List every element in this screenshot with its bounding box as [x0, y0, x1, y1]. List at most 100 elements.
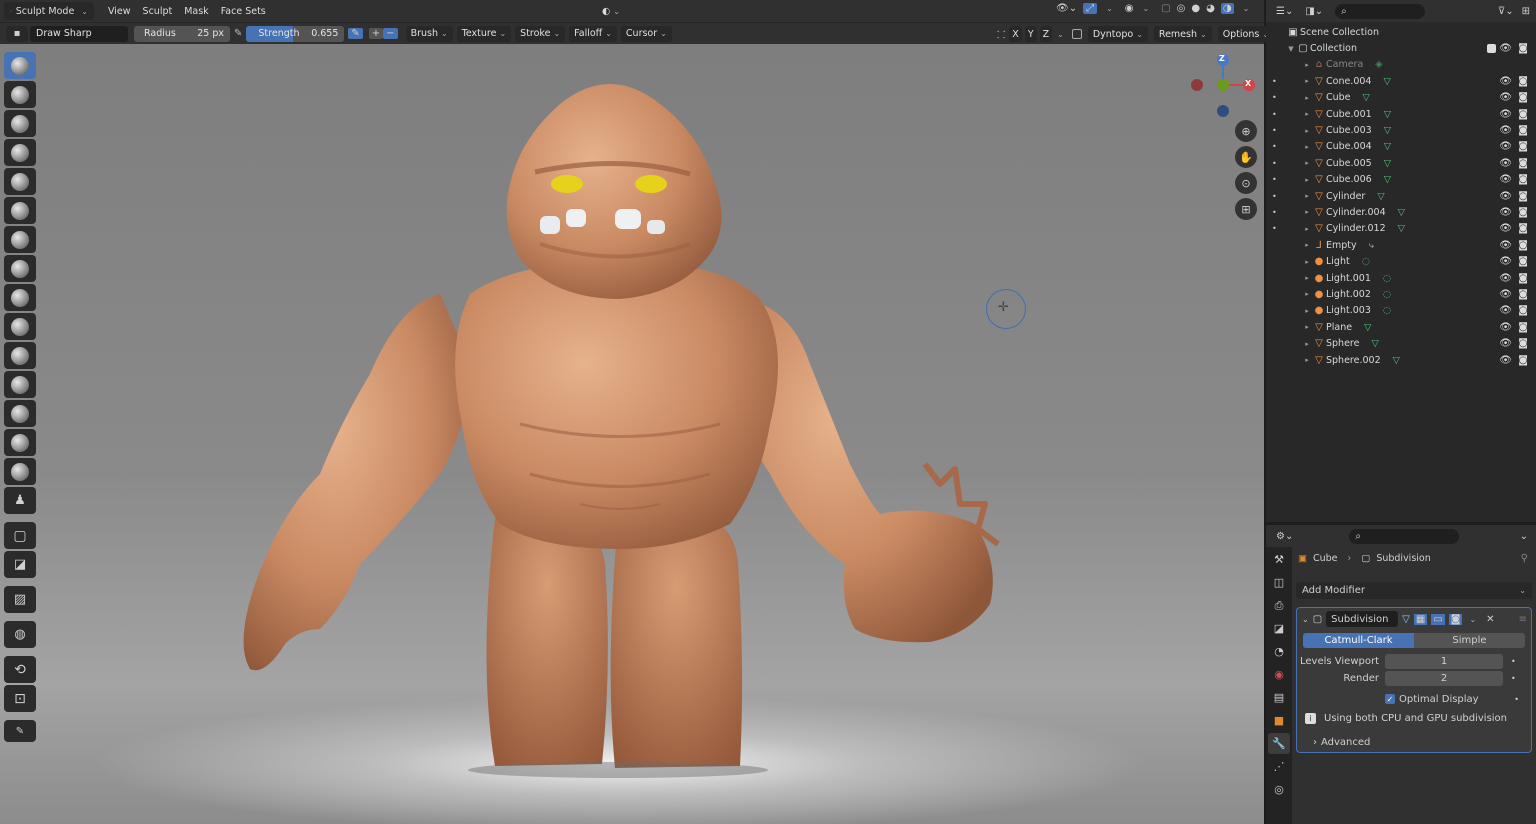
particles-tab-icon[interactable]: ⋰ [1268, 756, 1290, 777]
outliner-item[interactable]: ▸ ● Light.001 ◌ 👁 ◙ [1266, 270, 1536, 286]
modifier-name-field[interactable]: Subdivision [1326, 611, 1399, 627]
box-face-set-tool[interactable]: ▨ [4, 586, 36, 613]
exclude-checkbox[interactable] [1487, 44, 1496, 54]
outliner-search-input[interactable]: ⌕ [1335, 3, 1426, 19]
camera-render-icon[interactable]: ◙ [1518, 273, 1528, 284]
crease-tool[interactable] [4, 255, 36, 282]
camera-render-icon[interactable]: ◙ [1518, 207, 1528, 218]
grab-tool[interactable] [4, 458, 36, 485]
display-mode-icon[interactable]: ◨⌄ [1305, 6, 1323, 17]
restrict-dot-icon[interactable]: • [1272, 224, 1277, 233]
expand-icon[interactable]: ▸ [1302, 208, 1312, 216]
elastic-deform-tool[interactable]: ♟ [4, 487, 36, 514]
scene-collection-row[interactable]: ▣ Scene Collection [1266, 24, 1536, 40]
data-light-icon[interactable]: ◌ [1383, 289, 1391, 300]
expand-icon[interactable]: ▸ [1302, 323, 1312, 331]
modifier-tab-icon[interactable]: 🔧 [1268, 733, 1290, 754]
data-mesh-icon[interactable]: ▽ [1363, 92, 1370, 103]
simple-button[interactable]: Simple [1414, 633, 1525, 648]
eye-icon[interactable]: 👁 [1499, 223, 1512, 234]
eye-icon[interactable]: 👁 [1499, 289, 1512, 300]
eye-icon[interactable]: 👁 [1499, 256, 1512, 267]
data-mesh-icon[interactable]: ▽ [1384, 158, 1391, 169]
menu-view[interactable]: View [102, 2, 137, 20]
cursor-dropdown[interactable]: Cursor ⌄ [620, 25, 672, 42]
solid-shading-icon[interactable]: ● [1191, 3, 1200, 14]
fill-tool[interactable] [4, 342, 36, 369]
expand-icon[interactable]: ▸ [1302, 110, 1312, 118]
restrict-dot-icon[interactable]: • [1272, 142, 1277, 151]
blob-tool[interactable] [4, 226, 36, 253]
edit-mode-icon[interactable]: ▽ [1402, 614, 1410, 625]
outliner-item[interactable]: • ▸ ▽ Cone.004 ▽ 👁 ◙ [1266, 73, 1536, 89]
data-mesh-icon[interactable]: ▽ [1398, 223, 1405, 234]
realtime-icon[interactable]: ▭ [1431, 613, 1445, 625]
flatten-tool[interactable] [4, 313, 36, 340]
camera-render-icon[interactable]: ◙ [1518, 289, 1528, 300]
data-mesh-icon[interactable]: ▽ [1384, 109, 1391, 120]
outliner-item[interactable]: ▸ ⅃ Empty ⤷ 👁 ◙ [1266, 237, 1536, 253]
camera-render-icon[interactable]: ◙ [1518, 355, 1528, 366]
expand-icon[interactable]: ▸ [1302, 340, 1312, 348]
layer-tool[interactable] [4, 168, 36, 195]
chevron-down-icon[interactable]: ⌄ [1469, 615, 1476, 624]
outliner-item[interactable]: ▸ ● Light.003 ◌ 👁 ◙ [1266, 303, 1536, 319]
data-light-icon[interactable]: ◌ [1383, 305, 1391, 316]
eye-icon[interactable]: 👁 [1499, 158, 1512, 169]
outliner-item[interactable]: • ▸ ▽ Cylinder ▽ 👁 ◙ [1266, 188, 1536, 204]
axis-z-toggle[interactable]: Z [1039, 26, 1053, 42]
eye-icon[interactable]: 👁 [1499, 338, 1512, 349]
strength-pressure-icon[interactable]: ✎ [348, 28, 363, 39]
camera-render-icon[interactable]: ◙ [1518, 256, 1528, 267]
camera-render-icon[interactable]: ◙ [1518, 191, 1528, 202]
stroke-dropdown[interactable]: Stroke ⌄ [515, 25, 566, 42]
expand-icon[interactable]: ▸ [1302, 176, 1312, 184]
brush-type-icon[interactable]: ▪ [6, 25, 28, 42]
new-collection-icon[interactable]: ⊞ [1522, 6, 1530, 17]
filter-icon[interactable]: ⊽⌄ [1498, 6, 1514, 17]
camera-render-icon[interactable]: ◙ [1518, 174, 1528, 185]
data-empty-icon[interactable]: ⤷ [1369, 240, 1374, 251]
strength-slider[interactable]: Strength 0.655 [246, 25, 345, 42]
restrict-dot-icon[interactable]: • [1272, 175, 1277, 184]
navigation-gizmo[interactable]: Z X [1188, 50, 1258, 120]
eye-icon[interactable]: 👁 [1499, 207, 1512, 218]
tool-tab-icon[interactable]: ⚒ [1268, 549, 1290, 570]
expand-icon[interactable]: ▸ [1302, 290, 1312, 298]
mask-by-color-tool[interactable]: ◍ [4, 621, 36, 648]
dyntopo-dropdown[interactable]: Dyntopo ⌄ [1087, 26, 1148, 42]
camera-render-icon[interactable]: ◙ [1518, 141, 1528, 152]
restrict-dot-icon[interactable]: • [1272, 159, 1277, 168]
eye-icon[interactable]: 👁 [1499, 191, 1512, 202]
wireframe-shading-icon[interactable]: ◎ [1177, 3, 1186, 14]
draw-sharp-tool[interactable] [4, 81, 36, 108]
outliner-item[interactable]: ▸ ● Light.002 ◌ 👁 ◙ [1266, 286, 1536, 302]
gizmo-toggle-icon[interactable]: ⤢ [1083, 3, 1098, 14]
properties-search-input[interactable]: ⌕ [1349, 528, 1460, 544]
draw-tool[interactable] [4, 52, 36, 79]
data-mesh-icon[interactable]: ▽ [1384, 174, 1391, 185]
outliner-item[interactable]: • ▸ ▽ Cube.004 ▽ 👁 ◙ [1266, 139, 1536, 155]
data-mesh-icon[interactable]: ▽ [1364, 322, 1371, 333]
eye-icon[interactable]: 👁 [1499, 109, 1512, 120]
symmetry-icon[interactable]: ⸬ [997, 27, 1005, 41]
expand-icon[interactable]: ▸ [1302, 356, 1312, 364]
scrape-tool[interactable] [4, 371, 36, 398]
add-modifier-dropdown[interactable]: Add Modifier ⌄ [1296, 582, 1532, 599]
dyntopo-checkbox[interactable] [1071, 29, 1082, 39]
box-hide-tool[interactable]: ◪ [4, 551, 36, 578]
eye-icon[interactable]: 👁 [1499, 43, 1512, 54]
collapse-chevron-icon[interactable]: ⌄ [1302, 615, 1309, 624]
menu-mask[interactable]: Mask [178, 2, 214, 20]
pan-hand-icon[interactable]: ✋ [1235, 146, 1257, 168]
expand-icon[interactable]: ▸ [1302, 94, 1312, 102]
world-tab-icon[interactable]: ◉ [1268, 664, 1290, 685]
outliner-item[interactable]: ▸ ▽ Sphere.002 ▽ 👁 ◙ [1266, 352, 1536, 368]
eye-icon[interactable]: 👁 [1499, 322, 1512, 333]
chevron-down-icon[interactable]: ⌄ [1520, 531, 1528, 542]
3d-viewport[interactable]: ♟ ▢ ◪ ▨ ◍ ⟲ ⊡ ✎ Z X ⊕ ✋ ⊙ ⊞ ✛ [0, 44, 1264, 824]
close-icon[interactable]: ✕ [1486, 614, 1494, 625]
data-mesh-icon[interactable]: ▽ [1393, 355, 1400, 366]
eye-icon[interactable]: 👁 [1499, 305, 1512, 316]
expand-icon[interactable]: ▸ [1302, 127, 1312, 135]
